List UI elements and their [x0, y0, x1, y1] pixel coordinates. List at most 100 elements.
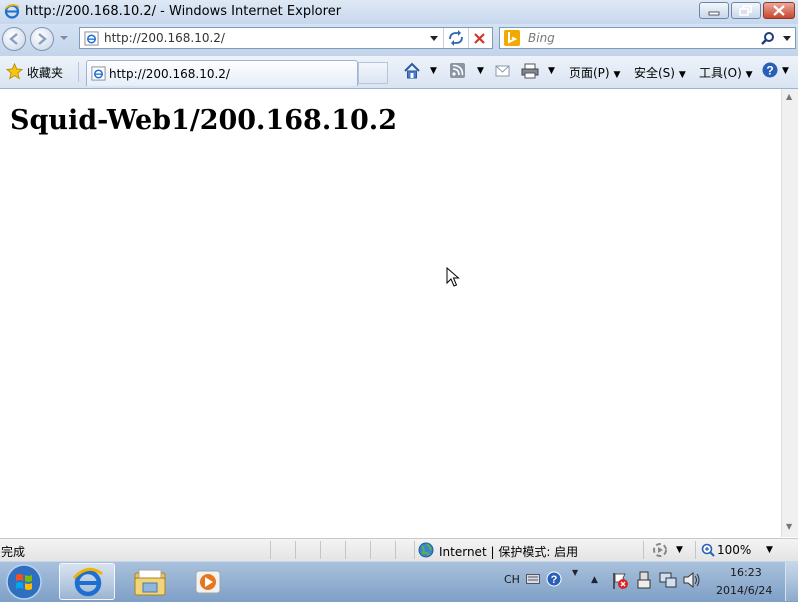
command-bar: 收藏夹 http://200.168.10.2/ ▼ ▼ ▼ 页面(P) ▼ 安… [0, 56, 798, 89]
show-hidden-icons-icon[interactable]: ▲ [591, 575, 598, 585]
restore-button[interactable] [731, 2, 761, 19]
ime-help-icon[interactable]: ? [546, 571, 562, 587]
favorites-label: 收藏夹 [27, 66, 64, 80]
forward-button[interactable] [30, 27, 54, 51]
window-title: http://200.168.10.2/ - Windows Internet … [25, 4, 342, 19]
security-zone-text[interactable]: Internet | 保护模式: 启用 [439, 543, 578, 560]
zoom-dropdown-icon[interactable]: ▼ [766, 545, 773, 555]
keyboard-icon[interactable] [526, 574, 540, 584]
search-icon[interactable] [760, 31, 776, 45]
home-icon[interactable] [403, 62, 421, 80]
status-separator [695, 541, 696, 559]
minimize-button[interactable] [699, 2, 729, 19]
browser-tab[interactable]: http://200.168.10.2/ [86, 60, 358, 86]
title-bar[interactable]: http://200.168.10.2/ - Windows Internet … [0, 0, 798, 24]
address-dropdown-icon[interactable] [429, 35, 439, 43]
read-mail-icon[interactable] [495, 64, 511, 78]
volume-icon[interactable] [683, 572, 701, 588]
feeds-icon[interactable] [450, 63, 466, 79]
start-button-windows-icon[interactable] [4, 563, 44, 601]
feeds-dropdown-icon[interactable]: ▼ [477, 66, 484, 76]
page-content: Squid-Web1/200.168.10.2 [0, 89, 781, 537]
status-separator [395, 541, 396, 559]
status-separator [345, 541, 346, 559]
help-menu[interactable]: ? ▼ [762, 62, 789, 83]
page-ie-icon [84, 31, 99, 46]
internet-globe-icon [418, 542, 434, 558]
status-separator [643, 541, 644, 559]
clock-date[interactable]: 2014/6/24 [716, 584, 772, 597]
svg-text:?: ? [766, 64, 773, 78]
address-divider [443, 28, 444, 48]
safety-menu-label: 安全(S) [634, 66, 675, 80]
new-tab-button[interactable] [358, 62, 388, 84]
media-player-icon [195, 570, 221, 594]
restore-icon [739, 5, 752, 16]
status-separator [295, 541, 296, 559]
show-desktop-button[interactable] [785, 562, 798, 601]
status-separator [414, 541, 415, 559]
recent-pages-dropdown-icon[interactable] [59, 34, 69, 42]
ie-logo-icon [4, 4, 20, 19]
close-button[interactable] [763, 2, 795, 19]
tools-menu[interactable]: 工具(O) ▼ [699, 64, 753, 81]
forward-arrow-icon [38, 33, 47, 45]
folder-icon [134, 569, 166, 596]
search-placeholder: Bing [528, 31, 555, 45]
safety-menu-dropdown-icon: ▼ [678, 70, 686, 80]
safely-remove-hardware-icon[interactable] [636, 571, 652, 589]
taskbar: CH ? ▼ ▲ 16:23 2014/6/24 [0, 561, 798, 602]
search-field[interactable]: Bing [499, 27, 796, 49]
help-icon: ? [762, 62, 778, 78]
print-icon[interactable] [521, 63, 539, 79]
network-icon[interactable] [659, 572, 677, 588]
address-field[interactable]: http://200.168.10.2/ [79, 27, 493, 49]
vertical-scrollbar[interactable]: ▲ ▼ [781, 89, 798, 537]
tools-menu-dropdown-icon: ▼ [745, 70, 753, 80]
favorites-separator [78, 62, 79, 82]
page-menu-dropdown-icon: ▼ [613, 70, 621, 80]
protected-mode-dropdown-icon[interactable]: ▼ [676, 545, 683, 555]
page-menu[interactable]: 页面(P) ▼ [569, 64, 620, 81]
svg-text:?: ? [551, 574, 558, 586]
minimize-icon [708, 11, 720, 16]
page-heading: Squid-Web1/200.168.10.2 [10, 105, 397, 136]
status-separator [370, 541, 371, 559]
close-icon [773, 5, 785, 16]
taskbar-internet-explorer[interactable] [59, 563, 115, 600]
home-dropdown-icon[interactable]: ▼ [430, 66, 437, 76]
mouse-cursor-icon [446, 267, 460, 287]
zoom-icon [701, 543, 715, 557]
tools-menu-label: 工具(O) [699, 66, 742, 80]
status-separator [320, 541, 321, 559]
internet-explorer-icon [72, 567, 103, 597]
scroll-up-icon[interactable]: ▲ [786, 92, 792, 101]
bing-logo-icon [504, 30, 520, 46]
print-dropdown-icon[interactable]: ▼ [548, 66, 555, 76]
search-options-dropdown-icon[interactable] [782, 35, 792, 43]
ime-options-icon[interactable]: ▼ [572, 568, 578, 577]
clock-time[interactable]: 16:23 [730, 566, 762, 579]
protected-mode-icon[interactable] [651, 542, 669, 558]
taskbar-media-player[interactable] [182, 563, 238, 600]
refresh-icon[interactable] [447, 30, 465, 46]
action-center-flag-icon[interactable] [611, 572, 629, 590]
input-language-indicator[interactable]: CH [504, 573, 520, 586]
address-divider-2 [468, 28, 469, 48]
back-button[interactable] [2, 27, 26, 51]
address-url: http://200.168.10.2/ [104, 31, 225, 45]
status-separator [270, 541, 271, 559]
stop-icon[interactable] [473, 32, 487, 45]
star-icon [6, 63, 23, 80]
safety-menu[interactable]: 安全(S) ▼ [634, 64, 686, 81]
taskbar-windows-explorer[interactable] [122, 563, 178, 600]
zoom-level[interactable]: 100% [717, 543, 751, 557]
scroll-down-icon[interactable]: ▼ [786, 522, 792, 531]
help-dropdown-icon: ▼ [782, 66, 789, 76]
tab-ie-icon [91, 66, 106, 81]
page-menu-label: 页面(P) [569, 66, 610, 80]
back-arrow-icon [9, 33, 18, 45]
navigation-bar: http://200.168.10.2/ Bing [0, 24, 798, 56]
status-bar: 完成 Internet | 保护模式: 启用 ▼ 100% ▼ [0, 538, 798, 562]
status-text: 完成 [1, 545, 26, 559]
